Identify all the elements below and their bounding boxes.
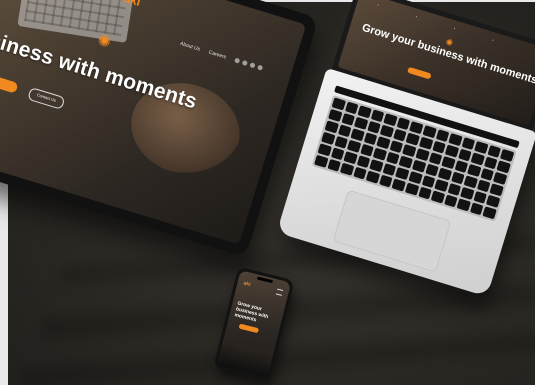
nav-link-careers[interactable]: Careers bbox=[208, 50, 227, 61]
social-icon[interactable] bbox=[249, 62, 256, 69]
cta-primary-button[interactable] bbox=[0, 71, 19, 94]
tablet-device: aki About Us Careers ✺ ur business with … bbox=[0, 0, 319, 258]
tablet-screen: aki About Us Careers ✺ ur business with … bbox=[0, 0, 307, 245]
laptop-nav-item[interactable]: ▪ bbox=[453, 26, 455, 30]
social-icon[interactable] bbox=[241, 59, 248, 67]
nav-link-about[interactable]: About Us bbox=[179, 41, 200, 53]
contact-button[interactable]: Contact Us bbox=[27, 86, 66, 110]
laptop-cta-button[interactable] bbox=[406, 66, 432, 80]
social-icon[interactable] bbox=[257, 64, 264, 71]
laptop-nav-item[interactable]: ▪ bbox=[415, 15, 417, 19]
laptop-nav-item[interactable]: ▪ bbox=[377, 3, 379, 7]
keyboard-photo bbox=[17, 0, 134, 43]
phone-cta-button[interactable] bbox=[238, 323, 260, 334]
social-icon[interactable] bbox=[234, 57, 241, 64]
atom-icon: ✺ bbox=[95, 31, 113, 52]
mockup-scene: aki About Us Careers ✺ ur business with … bbox=[0, 0, 535, 385]
hamburger-menu-icon[interactable] bbox=[275, 288, 284, 296]
phone-brand-logo[interactable]: aki bbox=[243, 280, 251, 288]
phone-notch bbox=[256, 276, 274, 284]
laptop-nav-item[interactable]: ▪ bbox=[492, 38, 494, 42]
laptop-hero-headline: Grow your business with moments bbox=[360, 21, 535, 87]
